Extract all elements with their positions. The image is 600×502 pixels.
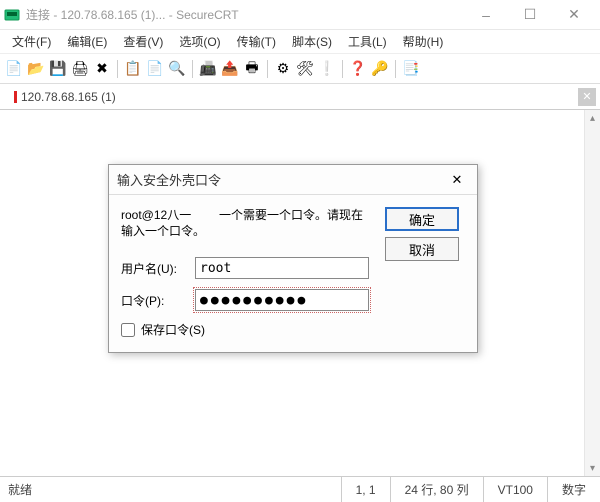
tb-key-icon[interactable]: 🔑 xyxy=(370,59,390,79)
menu-edit[interactable]: 编辑(E) xyxy=(59,31,115,52)
status-size: 24 行, 80 列 xyxy=(390,477,483,502)
vertical-scrollbar[interactable]: ▴ ▾ xyxy=(584,110,600,476)
menu-tools[interactable]: 工具(L) xyxy=(340,31,395,52)
ok-button[interactable]: 确定 xyxy=(385,207,459,231)
save-password-checkbox[interactable] xyxy=(121,323,135,337)
tb-disconnect-icon[interactable]: ✖ xyxy=(92,59,112,79)
tb-copy-icon[interactable]: 📄 xyxy=(145,59,165,79)
scroll-up-icon[interactable]: ▴ xyxy=(585,110,600,126)
toolbar: 📄 📂 💾 🖨 ✖ 📋 📄 🔍 📠 📤 🖶 ⚙ 🛠 ❕ ❓ 🔑 📑 xyxy=(0,54,600,84)
window-title: 连接 - 120.78.68.165 (1)... - SecureCRT xyxy=(26,6,464,23)
dialog-message: root@12八一 输入一个口令。 一个需要一个口令。请现在 xyxy=(121,207,375,239)
tb-printer-icon[interactable]: 🖶 xyxy=(242,59,262,79)
menu-file[interactable]: 文件(F) xyxy=(4,31,59,52)
app-icon xyxy=(4,7,20,23)
tb-new-icon[interactable]: 📄 xyxy=(4,59,24,79)
tb-sep xyxy=(395,60,396,78)
tb-sep xyxy=(267,60,268,78)
tb-print-icon[interactable]: 🖨 xyxy=(70,59,90,79)
dialog-close-button[interactable]: ✕ xyxy=(445,171,469,189)
password-dialog: 输入安全外壳口令 ✕ root@12八一 输入一个口令。 一个需要一个口令。请现… xyxy=(108,164,478,353)
tb-send-icon[interactable]: 📠 xyxy=(198,59,218,79)
menu-transfer[interactable]: 传输(T) xyxy=(229,31,284,52)
statusbar: 就绪 1, 1 24 行, 80 列 VT100 数字 xyxy=(0,476,600,502)
msg-host: root@12八一 xyxy=(121,207,205,223)
status-ready: 就绪 xyxy=(0,481,40,498)
titlebar: 连接 - 120.78.68.165 (1)... - SecureCRT – … xyxy=(0,0,600,30)
menu-options[interactable]: 选项(O) xyxy=(171,31,228,52)
username-input[interactable] xyxy=(195,257,369,279)
dialog-titlebar: 输入安全外壳口令 ✕ xyxy=(109,165,477,195)
tb-info-icon[interactable]: ❕ xyxy=(317,59,337,79)
tb-sep xyxy=(192,60,193,78)
menu-script[interactable]: 脚本(S) xyxy=(284,31,340,52)
tb-tools-icon[interactable]: 🛠 xyxy=(295,59,315,79)
tb-find-icon[interactable]: 🔍 xyxy=(167,59,187,79)
status-numlock: 数字 xyxy=(547,477,600,502)
status-cursor: 1, 1 xyxy=(341,477,390,502)
tab-indicator-icon xyxy=(14,91,17,103)
tb-save-icon[interactable]: 💾 xyxy=(48,59,68,79)
cancel-button[interactable]: 取消 xyxy=(385,237,459,261)
tb-open-icon[interactable]: 📂 xyxy=(26,59,46,79)
username-label: 用户名(U): xyxy=(121,260,195,277)
tb-help-icon[interactable]: ❓ xyxy=(348,59,368,79)
password-input[interactable] xyxy=(195,289,369,311)
tab-close-button[interactable]: ✕ xyxy=(578,88,596,106)
session-tab[interactable]: 120.78.68.165 (1) xyxy=(4,87,126,107)
msg-right: 一个需要一个口令。请现在 xyxy=(219,207,363,239)
msg-line2: 输入一个口令。 xyxy=(121,223,205,239)
tb-sep xyxy=(117,60,118,78)
menu-help[interactable]: 帮助(H) xyxy=(395,31,452,52)
minimize-button[interactable]: – xyxy=(464,1,508,29)
tabbar: 120.78.68.165 (1) ✕ xyxy=(0,84,600,110)
menubar: 文件(F) 编辑(E) 查看(V) 选项(O) 传输(T) 脚本(S) 工具(L… xyxy=(0,30,600,54)
tb-sep xyxy=(342,60,343,78)
tb-options-icon[interactable]: ⚙ xyxy=(273,59,293,79)
maximize-button[interactable]: ☐ xyxy=(508,1,552,29)
close-button[interactable]: ✕ xyxy=(552,1,596,29)
tb-upload-icon[interactable]: 📤 xyxy=(220,59,240,79)
tb-sessions-icon[interactable]: 📑 xyxy=(401,59,421,79)
tab-label: 120.78.68.165 (1) xyxy=(21,90,116,104)
status-term: VT100 xyxy=(483,477,547,502)
tb-paste-icon[interactable]: 📋 xyxy=(123,59,143,79)
dialog-title: 输入安全外壳口令 xyxy=(117,170,445,189)
menu-view[interactable]: 查看(V) xyxy=(115,31,171,52)
save-password-label: 保存口令(S) xyxy=(141,321,205,338)
scroll-down-icon[interactable]: ▾ xyxy=(585,460,600,476)
password-label: 口令(P): xyxy=(121,292,195,309)
